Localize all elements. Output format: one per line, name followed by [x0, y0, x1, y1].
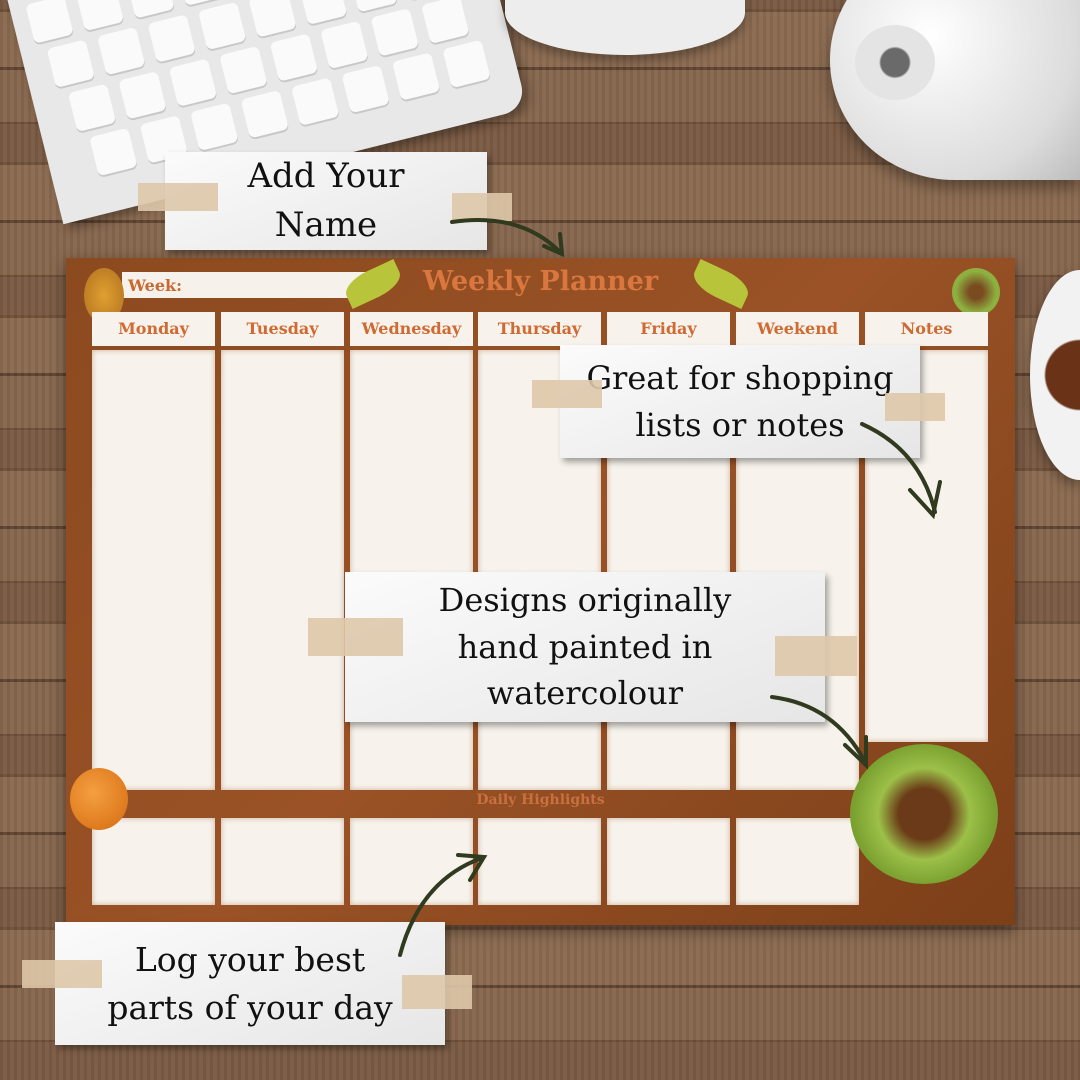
- arrows: [398, 218, 942, 957]
- arrow-icon: [860, 422, 937, 514]
- arrow-head: [843, 735, 868, 770]
- arrow-icon: [398, 856, 484, 957]
